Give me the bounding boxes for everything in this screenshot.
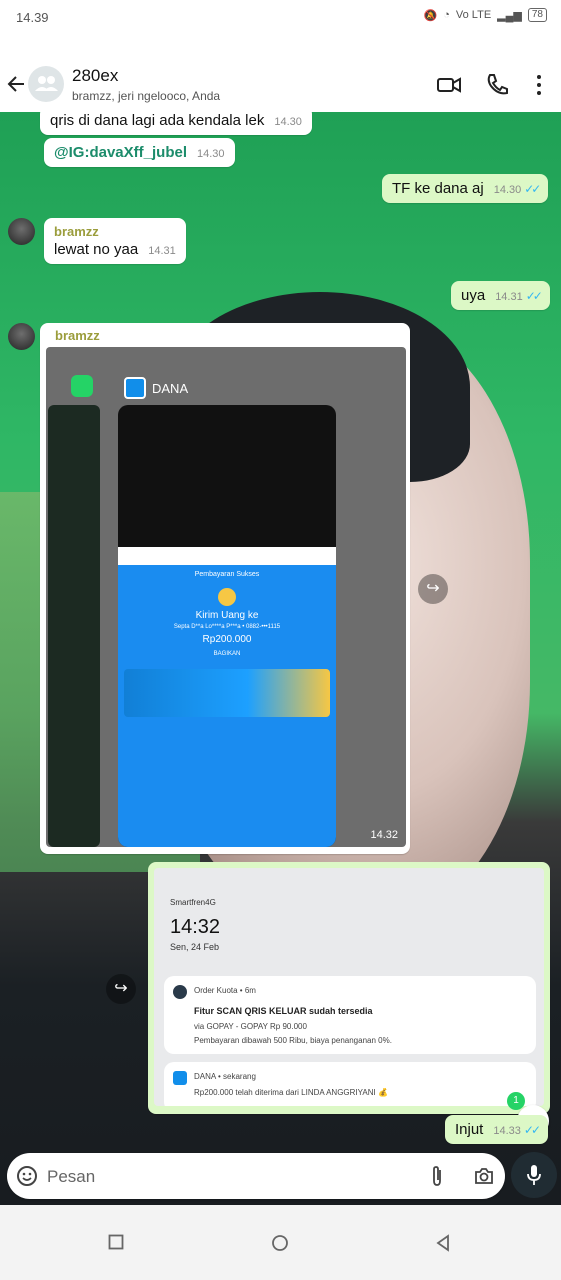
message-out[interactable]: uya 14.31 ✓✓ <box>451 281 550 310</box>
recent-app-whatsapp <box>48 405 100 847</box>
video-call-icon[interactable] <box>436 72 462 98</box>
voice-call-icon[interactable] <box>484 72 510 98</box>
read-ticks-icon: ✓✓ <box>524 182 541 196</box>
message-out[interactable]: Injut 14.33 ✓✓ <box>445 1115 548 1144</box>
message-placeholder: Pesan <box>47 1167 96 1186</box>
coin-icon <box>218 588 236 606</box>
screenshot-image[interactable]: DANA Pembayaran Sukses Kirim Uang ke Sep… <box>46 347 406 847</box>
group-avatar[interactable] <box>28 66 64 102</box>
sender-avatar[interactable] <box>8 323 35 350</box>
microphone-icon <box>527 1165 541 1185</box>
message-out[interactable]: TF ke dana aj 14.30 ✓✓ <box>382 174 549 203</box>
forward-icon[interactable]: ↪ <box>106 974 136 1004</box>
recent-app-dana: Pembayaran Sukses Kirim Uang ke Septa D*… <box>118 405 336 847</box>
chat-area[interactable]: qris di dana lagi ada kendala lek 14.30 @… <box>0 112 561 1205</box>
group-icon <box>35 76 58 91</box>
image-message[interactable]: Smartfren4G 14:32 Sen, 24 Feb Order Kuot… <box>148 862 550 1114</box>
status-bar: 14.39 🔕 ◔ Vo LTE ▂▄▆ 78 <box>0 0 561 34</box>
notification-card: DANA • sekarang Rp200.000 telah diterima… <box>164 1062 536 1106</box>
link-text[interactable]: @IG:davaXff_jubel <box>54 144 187 161</box>
chat-header: 280ex bramzz, jeri ngelooco, Anda <box>0 56 561 112</box>
dana-logo-icon <box>124 377 146 399</box>
order-kuota-icon <box>173 985 187 999</box>
chat-title[interactable]: 280ex <box>72 66 118 86</box>
lockscreen-clock: 14:32 <box>170 916 221 938</box>
message-input[interactable]: Pesan <box>7 1153 505 1199</box>
network-label: Vo LTE <box>455 9 492 21</box>
message-in[interactable]: qris di dana lagi ada kendala lek 14.30 <box>40 112 312 135</box>
attach-icon[interactable] <box>428 1165 446 1187</box>
dana-receipt: Pembayaran Sukses Kirim Uang ke Septa D*… <box>118 547 336 847</box>
home-icon[interactable] <box>271 1234 289 1252</box>
image-message[interactable]: bramzz DANA Pembayaran Sukses Kirim Uang… <box>40 323 410 854</box>
wifi-icon: ◔ <box>443 9 450 21</box>
back-arrow-icon[interactable] <box>6 70 28 98</box>
sender-name[interactable]: bramzz <box>54 224 176 239</box>
signal-icon: ▂▄▆ <box>497 9 522 22</box>
sticker-icon[interactable] <box>16 1165 38 1187</box>
dana-logo-icon <box>173 1071 187 1085</box>
mic-button[interactable] <box>511 1152 557 1198</box>
sender-name[interactable]: bramzz <box>55 328 100 343</box>
message-in[interactable]: bramzz lewat no yaa 14.31 <box>44 218 186 264</box>
notification-card: Order Kuota • 6m Fitur SCAN QRIS KELUAR … <box>164 976 536 1054</box>
chat-members: bramzz, jeri ngelooco, Anda <box>72 89 221 103</box>
status-icons: 🔕 ◔ Vo LTE ▂▄▆ 78 <box>424 8 547 22</box>
whatsapp-logo-icon <box>71 375 93 397</box>
notification-screenshot[interactable]: Smartfren4G 14:32 Sen, 24 Feb Order Kuot… <box>154 868 544 1106</box>
back-nav-icon[interactable] <box>435 1234 451 1252</box>
read-ticks-icon: ✓✓ <box>525 289 543 303</box>
battery-icon: 78 <box>527 8 547 22</box>
system-nav-bar <box>0 1205 561 1280</box>
promo-banner <box>124 669 330 717</box>
mute-icon: 🔕 <box>423 9 438 22</box>
more-options-icon[interactable] <box>526 72 552 98</box>
camera-icon[interactable] <box>473 1165 495 1187</box>
read-ticks-icon: ✓✓ <box>523 1123 541 1137</box>
forward-icon[interactable]: ↪ <box>418 574 448 604</box>
message-time: 14.32 <box>370 829 398 841</box>
composer: Pesan <box>0 1150 561 1205</box>
sender-avatar[interactable] <box>8 218 35 245</box>
status-time: 14.39 <box>16 10 49 25</box>
recent-app-label: DANA <box>124 377 188 399</box>
recents-icon[interactable] <box>108 1234 124 1250</box>
message-in[interactable]: @IG:davaXff_jubel 14.30 <box>44 138 235 167</box>
